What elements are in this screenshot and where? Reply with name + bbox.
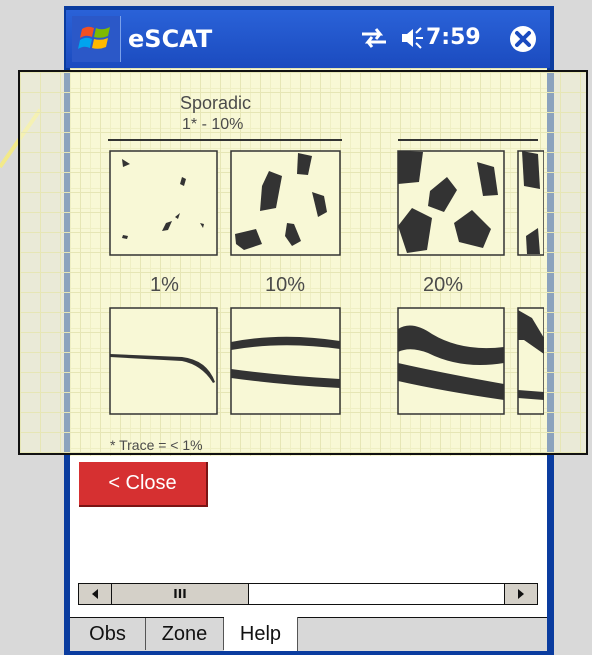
band-swatch-cropped — [517, 307, 544, 415]
volume-icon — [400, 26, 424, 54]
tab-obs[interactable]: Obs — [70, 618, 146, 650]
percent-label-1: 1% — [150, 274, 179, 296]
coverage-diagram — [108, 139, 544, 415]
diagram-subheading: 1* - 10% — [182, 116, 244, 133]
tab-strip: Obs Zone Help — [70, 617, 547, 651]
scroll-left-button[interactable] — [79, 584, 112, 604]
close-button[interactable]: < Close — [79, 462, 208, 507]
tab-zone[interactable]: Zone — [146, 618, 224, 650]
horizontal-scrollbar[interactable]: III — [78, 583, 538, 605]
swatch-20-percent — [397, 150, 505, 256]
swatch-cropped-top — [517, 150, 544, 256]
band-swatch-1-percent — [109, 307, 218, 415]
percent-label-10: 10% — [265, 274, 306, 296]
right-arrow-icon — [518, 589, 524, 599]
diagram-heading: Sporadic — [180, 93, 252, 113]
scroll-right-button[interactable] — [504, 584, 537, 604]
left-arrow-icon — [92, 589, 98, 599]
swatch-10-percent — [230, 150, 341, 256]
sync-icon — [360, 26, 388, 54]
band-swatch-10-percent — [230, 307, 341, 415]
band-swatch-20-percent — [397, 307, 505, 415]
percent-label-20: 20% — [423, 274, 464, 296]
windows-start-icon[interactable] — [72, 16, 121, 62]
tab-help[interactable]: Help — [224, 617, 298, 651]
clock: 7:59 — [426, 25, 481, 50]
title-bar: eSCAT 7:59 — [66, 10, 550, 68]
trace-footnote: * Trace = < 1% — [110, 437, 203, 453]
close-circle-icon[interactable] — [508, 24, 538, 58]
swatch-1-percent — [109, 150, 218, 256]
app-title: eSCAT — [128, 25, 213, 53]
scroll-thumb[interactable]: III — [112, 584, 249, 604]
